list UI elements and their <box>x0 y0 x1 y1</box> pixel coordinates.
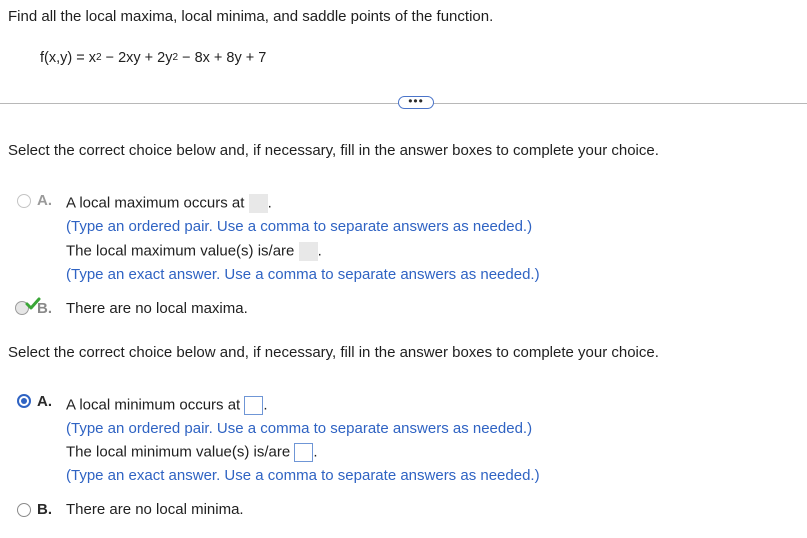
part1-choice-a-letter: A. <box>37 192 52 209</box>
part2-instruction: Select the correct choice below and, if … <box>8 344 659 361</box>
part2-choice-b-text: There are no local minima. <box>66 501 244 518</box>
part2-choice-b-radio[interactable] <box>17 503 31 517</box>
max-location-input[interactable] <box>248 194 268 213</box>
part2-choice-b-letter: B. <box>37 501 52 518</box>
part2-choice-a-radio[interactable] <box>17 394 31 408</box>
min-value-input[interactable] <box>294 443 314 462</box>
part1-choice-a-hint1: (Type an ordered pair. Use a comma to se… <box>66 218 533 235</box>
function-expression: f(x,y) = x2 − 2xy + 2y2 − 8x + 8y + 7 <box>40 50 267 66</box>
question-prompt: Find all the local maxima, local minima,… <box>8 8 494 25</box>
part2-choice-a-line1: A local minimum occurs at . <box>66 396 268 415</box>
part1-choice-a-line2: The local maximum value(s) is/are . <box>66 242 322 261</box>
part2-choice-a-hint2: (Type an exact answer. Use a comma to se… <box>66 467 540 484</box>
max-value-input[interactable] <box>298 242 318 261</box>
part1-choice-a-line1: A local maximum occurs at . <box>66 194 272 213</box>
part1-choice-b-text: There are no local maxima. <box>66 300 248 317</box>
more-button[interactable]: ••• <box>398 95 434 109</box>
min-location-input[interactable] <box>244 396 264 415</box>
part1-choice-b-letter: B. <box>37 300 52 317</box>
part1-choice-a-radio[interactable] <box>17 194 31 208</box>
part2-choice-a-hint1: (Type an ordered pair. Use a comma to se… <box>66 420 533 437</box>
part2-choice-a-letter: A. <box>37 393 52 410</box>
part2-choice-a-line2: The local minimum value(s) is/are . <box>66 443 318 462</box>
part1-instruction: Select the correct choice below and, if … <box>8 142 659 159</box>
part1-choice-a-hint2: (Type an exact answer. Use a comma to se… <box>66 266 540 283</box>
